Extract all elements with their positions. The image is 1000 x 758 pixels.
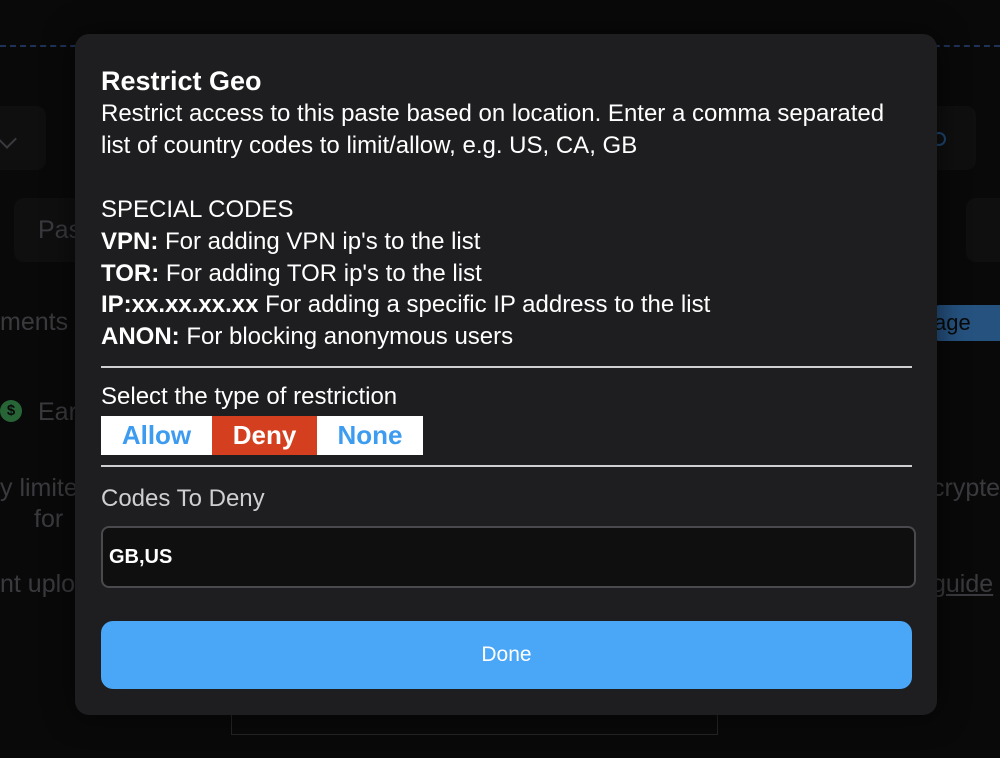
special-code-text: For blocking anonymous users bbox=[179, 322, 514, 350]
modal-title: Restrict Geo bbox=[101, 66, 262, 96]
restriction-option-allow[interactable]: Allow bbox=[101, 416, 212, 455]
special-code-key: VPN: bbox=[101, 228, 159, 255]
section-divider bbox=[101, 465, 912, 467]
restriction-option-none[interactable]: None bbox=[317, 416, 423, 455]
restrict-geo-modal: Restrict Geo Restrict access to this pas… bbox=[75, 34, 937, 715]
restriction-type-label: Select the type of restriction bbox=[101, 383, 398, 410]
codes-label: Codes To Deny bbox=[101, 485, 265, 512]
special-code-key: IP:xx.xx.xx.xx bbox=[101, 291, 259, 318]
codes-input[interactable] bbox=[101, 526, 916, 588]
modal-content: Restrict Geo Restrict access to this pas… bbox=[101, 64, 916, 689]
special-code-vpn: VPN: For adding VPN ip's to the list bbox=[101, 226, 912, 258]
special-code-text: For adding a specific IP address to the … bbox=[258, 291, 711, 318]
restriction-type-selector: Allow Deny None bbox=[101, 416, 423, 455]
restriction-option-deny[interactable]: Deny bbox=[212, 416, 317, 455]
special-code-key: TOR: bbox=[101, 259, 160, 287]
modal-description: Restrict access to this paste based on l… bbox=[101, 100, 885, 159]
section-divider bbox=[101, 366, 912, 368]
special-code-key: ANON: bbox=[101, 322, 180, 350]
special-code-tor: TOR: For adding TOR ip's to the list bbox=[101, 258, 912, 290]
special-code-anon: ANON: For blocking anonymous users bbox=[101, 321, 912, 353]
special-code-ip: IP:xx.xx.xx.xx For adding a specific IP … bbox=[101, 289, 912, 321]
special-codes-heading: SPECIAL CODES bbox=[101, 196, 294, 223]
special-code-text: For adding TOR ip's to the list bbox=[159, 259, 482, 287]
special-code-text: For adding VPN ip's to the list bbox=[158, 228, 481, 255]
done-button[interactable]: Done bbox=[101, 621, 912, 689]
